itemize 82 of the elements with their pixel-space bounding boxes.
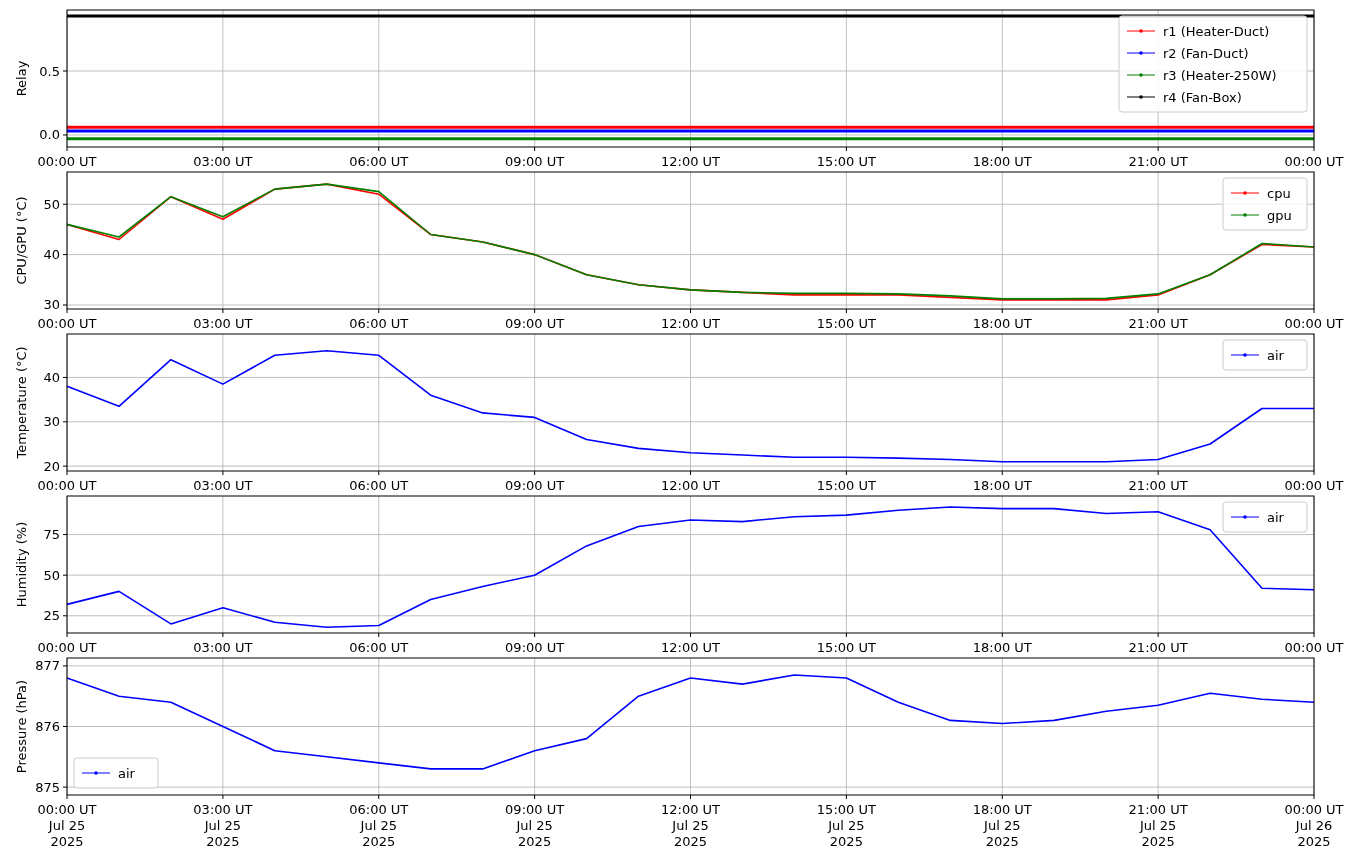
- tick-label: 15:00 UT: [816, 640, 876, 655]
- tick-label: 12:00 UT: [660, 154, 721, 169]
- tick-label: 06:00 UT: [349, 316, 409, 331]
- legend-label: r3 (Heater-250W): [1163, 67, 1277, 83]
- tick-label: 21:00 UT: [1128, 154, 1188, 169]
- tick-label: 06:00 UT: [349, 640, 409, 655]
- tick-label: 03:00 UT: [193, 478, 253, 493]
- legend-label: gpu: [1267, 207, 1292, 223]
- tick-label: 00:00 UT Jul 25 2025: [37, 802, 97, 849]
- tick-label: 09:00 UT: [505, 640, 565, 655]
- tick-label: 875: [35, 779, 60, 795]
- tick-label: 15:00 UT: [816, 316, 876, 331]
- tick-label: 00:00 UT: [1284, 154, 1344, 169]
- legend-swatch: [1230, 515, 1260, 519]
- tick-label: 15:00 UT: [816, 154, 876, 169]
- tick-label: 30: [43, 414, 60, 430]
- tick-label: 30: [43, 297, 60, 313]
- tick-label: 00:00 UT: [37, 154, 97, 169]
- tick-label: 876: [35, 719, 60, 734]
- tick-label: 12:00 UT: [660, 640, 721, 655]
- tick-label: 00:00 UT: [37, 640, 97, 655]
- legend-swatch: [1126, 51, 1156, 55]
- legend-label: air: [1267, 347, 1284, 363]
- legend-label: cpu: [1267, 185, 1291, 201]
- tick-label: 21:00 UT: [1128, 316, 1188, 331]
- tick-label: 09:00 UT Jul 25 2025: [505, 802, 565, 849]
- legend-swatch: [1230, 191, 1260, 195]
- tick-label: 03:00 UT: [193, 154, 253, 169]
- tick-label: 06:00 UT: [349, 154, 409, 169]
- tick-label: 15:00 UT: [816, 478, 876, 493]
- tick-label: 15:00 UT Jul 25 2025: [816, 802, 876, 849]
- tick-label: 877: [35, 658, 60, 674]
- tick-label: 40: [43, 369, 60, 385]
- tick-label: 75: [43, 527, 60, 543]
- axis-label: CPU/GPU (°C): [14, 196, 29, 285]
- tick-label: 0.0: [39, 127, 60, 143]
- axis-label: Temperature (°C): [14, 346, 29, 459]
- tick-label: 03:00 UT Jul 25 2025: [193, 802, 253, 849]
- legend-swatch: [1230, 213, 1260, 217]
- tick-label: 18:00 UT: [972, 640, 1032, 655]
- tick-label: 25: [43, 608, 60, 624]
- tick-label: 18:00 UT Jul 25 2025: [972, 802, 1032, 849]
- tick-label: 00:00 UT: [37, 478, 97, 493]
- tick-label: 09:00 UT: [505, 154, 565, 169]
- legend-label: air: [118, 765, 135, 781]
- tick-label: 21:00 UT: [1128, 478, 1188, 493]
- legend-swatch: [1126, 29, 1156, 33]
- tick-label: 18:00 UT: [972, 154, 1032, 169]
- tick-label: 0.5: [39, 63, 60, 79]
- axis-label: Relay: [14, 60, 29, 97]
- legend-label: r4 (Fan-Box): [1163, 89, 1242, 105]
- axis-label: Pressure (hPa): [14, 679, 29, 774]
- tick-label: 12:00 UT: [660, 478, 721, 493]
- legend-swatch: [81, 771, 111, 775]
- tick-label: 09:00 UT: [505, 478, 565, 493]
- tick-label: 18:00 UT: [972, 478, 1032, 493]
- legend-label: r2 (Fan-Duct): [1163, 45, 1249, 61]
- tick-label: 06:00 UT Jul 25 2025: [349, 802, 409, 849]
- tick-label: 12:00 UT Jul 25 2025: [660, 802, 721, 849]
- tick-label: 50: [43, 567, 60, 583]
- tick-label: 00:00 UT: [1284, 478, 1344, 493]
- tick-label: 03:00 UT: [193, 640, 253, 655]
- tick-label: 03:00 UT: [193, 316, 253, 331]
- legend-label: air: [1267, 509, 1284, 525]
- tick-label: 12:00 UT: [660, 316, 721, 331]
- legend-swatch: [1230, 353, 1260, 357]
- tick-label: 00:00 UT: [1284, 316, 1344, 331]
- legend-label: r1 (Heater-Duct): [1163, 23, 1270, 39]
- tick-label: 00:00 UT Jul 26 2025: [1284, 802, 1344, 849]
- tick-label: 00:00 UT: [1284, 640, 1344, 655]
- tick-label: 09:00 UT: [505, 316, 565, 331]
- tick-label: 21:00 UT Jul 25 2025: [1128, 802, 1188, 849]
- legend-swatch: [1126, 95, 1156, 99]
- axis-label: Humidity (%): [14, 521, 29, 608]
- tick-label: 18:00 UT: [972, 316, 1032, 331]
- tick-label: 00:00 UT: [37, 316, 97, 331]
- tick-label: 40: [43, 247, 60, 263]
- tick-label: 50: [43, 196, 60, 212]
- legend-swatch: [1126, 73, 1156, 77]
- tick-label: 06:00 UT: [349, 478, 409, 493]
- tick-label: 21:00 UT: [1128, 640, 1188, 655]
- tick-label: 20: [43, 458, 60, 474]
